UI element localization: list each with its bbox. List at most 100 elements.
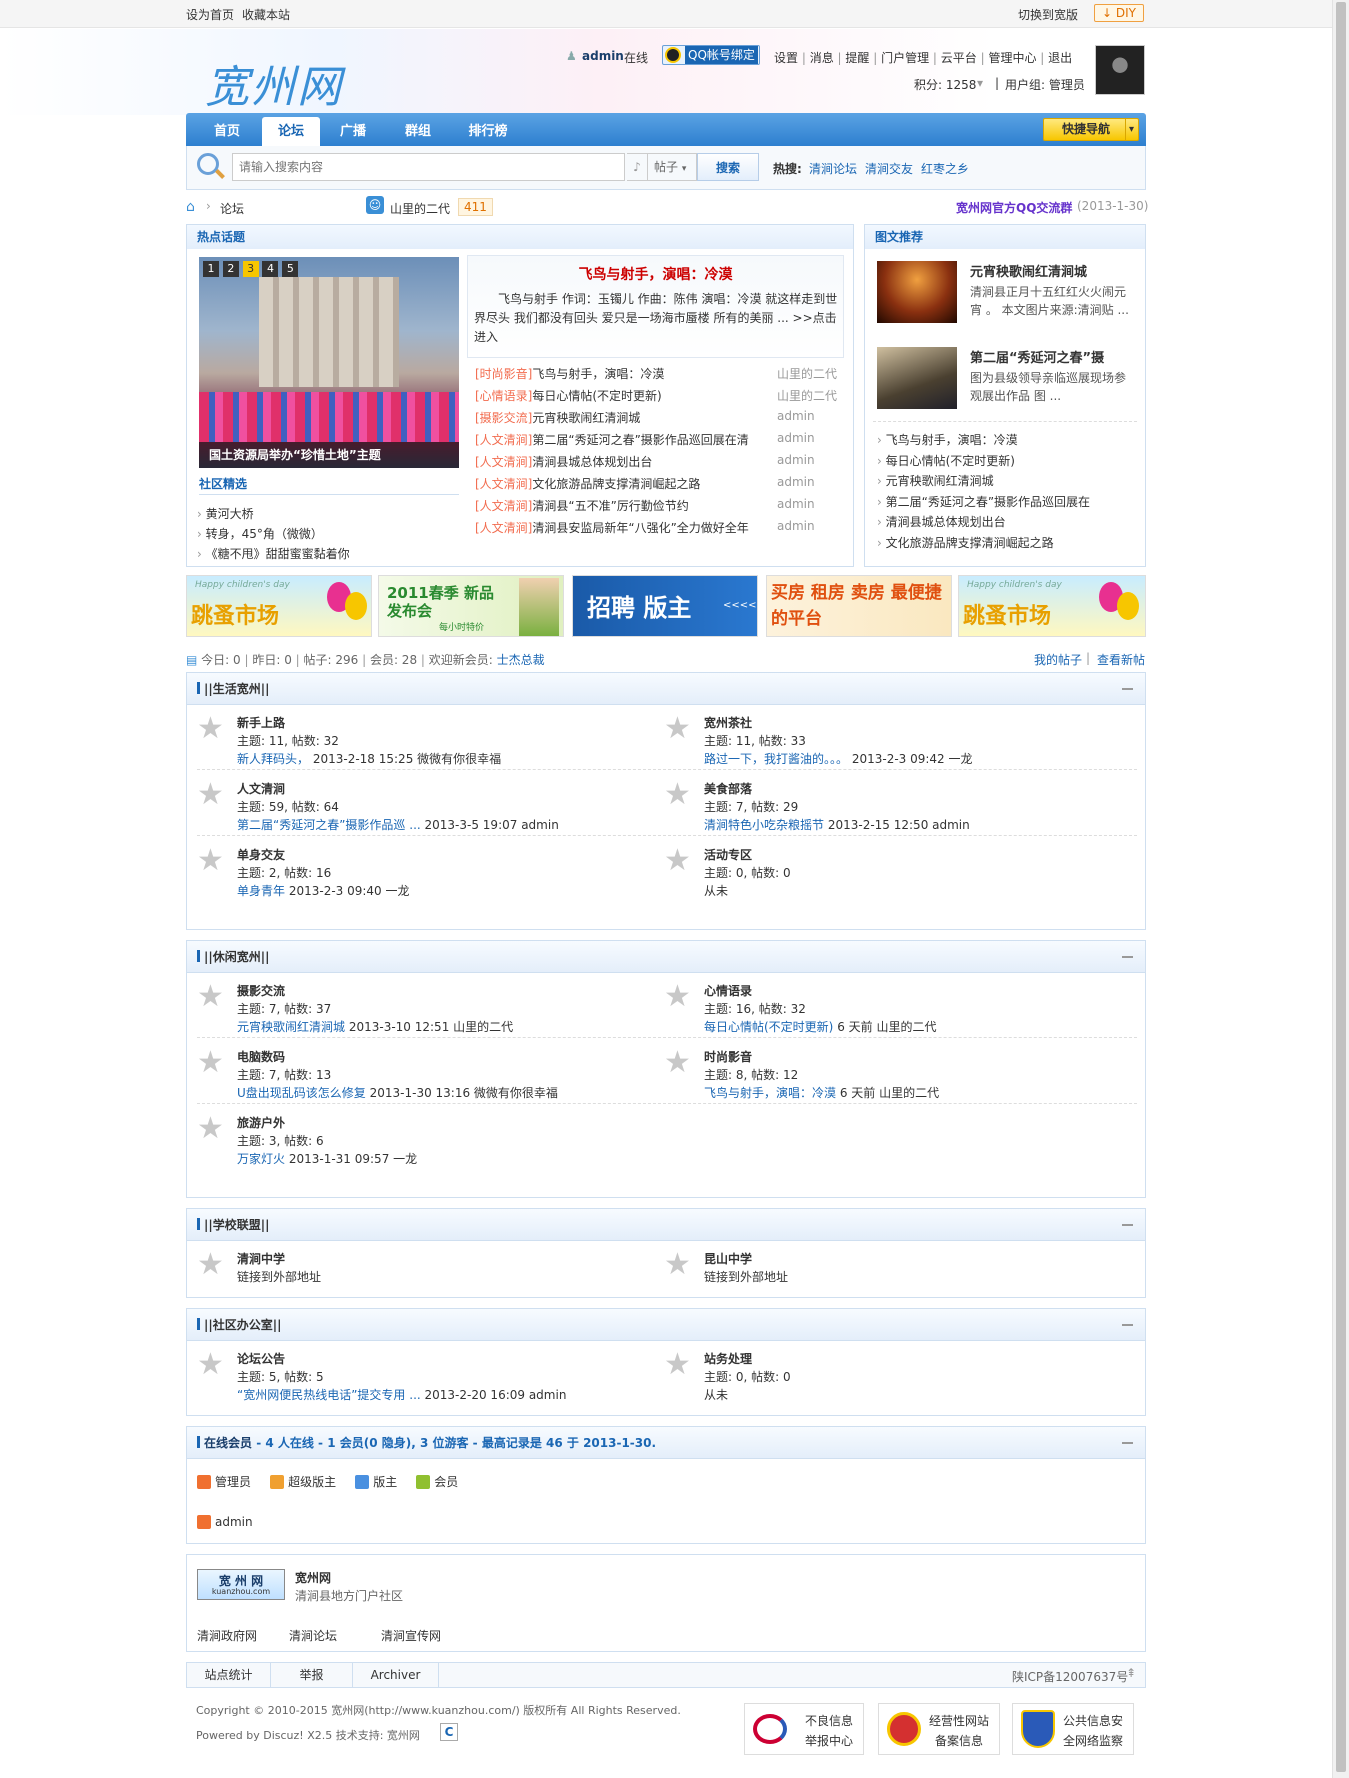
admin-center-link[interactable]: 管理中心 <box>988 51 1036 65</box>
pic-thumbnail[interactable] <box>877 347 957 409</box>
nav-groups[interactable]: 群组 <box>390 117 446 146</box>
points-dropdown-icon[interactable]: ▾ <box>977 76 983 90</box>
messages-link[interactable]: 消息 <box>810 51 834 65</box>
slide-5[interactable]: 5 <box>282 261 299 277</box>
site-link-logo[interactable]: 宽 州 网 kuanzhou.com <box>197 1569 285 1600</box>
hot-topic-row[interactable]: [人文清涧]文化旅游品牌支撑清涧崛起之路 admin <box>475 475 845 492</box>
forum-name[interactable]: 摄影交流 <box>237 982 285 999</box>
topic-author[interactable]: admin <box>777 475 815 489</box>
last-post-link[interactable]: U盘出现乱码该怎么修复 <box>237 1086 366 1100</box>
report-link[interactable]: 举报 <box>271 1663 353 1687</box>
collapse-icon[interactable] <box>1122 1324 1133 1326</box>
topic-category[interactable]: [人文清涧] <box>475 433 532 447</box>
topic-category[interactable]: [人文清涧] <box>475 521 532 535</box>
topic-title[interactable]: 文化旅游品牌支撑清涧崛起之路 <box>532 477 700 491</box>
diy-button[interactable]: ↓ DIY <box>1094 4 1144 22</box>
topic-title[interactable]: 飞鸟与射手，演唱：冷漠 <box>532 367 664 381</box>
last-post-link[interactable]: 万家灯火 <box>237 1152 285 1166</box>
banner-spring-launch[interactable]: 2011春季 新品发布会 每小时特价 <box>378 575 564 637</box>
banner-flea-market[interactable]: Happy children's day 跳蚤市场 <box>958 575 1146 637</box>
hot-topic-row[interactable]: [人文清涧]清涧县城总体规划出台 admin <box>475 453 845 470</box>
usergroup-link[interactable]: 用户组: 管理员 <box>1005 76 1085 93</box>
nav-forum[interactable]: 论坛 <box>262 117 320 146</box>
list-item[interactable]: › 《糖不甩》甜甜蜜蜜黏着你 <box>197 545 350 562</box>
nav-broadcast[interactable]: 广播 <box>326 117 380 146</box>
topic-title[interactable]: 每日心情帖(不定时更新) <box>532 389 661 403</box>
qq-bind-button[interactable]: QQ帐号绑定 <box>662 45 760 65</box>
slide-3[interactable]: 3 <box>242 261 259 277</box>
avatar[interactable] <box>1095 45 1145 95</box>
forum-name[interactable]: 站务处理 <box>704 1350 752 1367</box>
nav-home[interactable]: 首页 <box>200 117 254 146</box>
friend-link[interactable]: 清涧论坛 <box>289 1627 337 1644</box>
forum-name[interactable]: 清涧中学 <box>237 1250 285 1267</box>
external-link[interactable]: 链接到外部地址 <box>237 1268 321 1285</box>
topic-title[interactable]: 清涧县安监局新年“八强化”全力做好全年 <box>532 521 748 535</box>
search-button[interactable]: 搜索 <box>697 153 759 181</box>
last-post-link[interactable]: “宽州网便民热线电话”提交专用 ... <box>237 1388 421 1402</box>
collapse-icon[interactable] <box>1122 956 1133 958</box>
quick-nav-button[interactable]: 快捷导航 ▾ <box>1043 118 1139 141</box>
forum-name[interactable]: 美食部落 <box>704 780 752 797</box>
last-post-link[interactable]: 每日心情帖(不定时更新) <box>704 1020 833 1034</box>
topic-author[interactable]: admin <box>777 431 815 445</box>
hot-topic-row[interactable]: [人文清涧]清涧县安监局新年“八强化”全力做好全年 admin <box>475 519 845 536</box>
topic-category[interactable]: [摄影交流] <box>475 411 532 425</box>
business-record-badge[interactable]: 经营性网站 备案信息 <box>878 1703 1000 1755</box>
new-posts-link[interactable]: 查看新帖 <box>1097 651 1145 668</box>
online-user[interactable]: admin <box>197 1515 253 1529</box>
collapse-icon[interactable] <box>1122 1224 1133 1226</box>
topic-category[interactable]: [时尚影音] <box>475 367 532 381</box>
topic-author[interactable]: admin <box>777 409 815 423</box>
banner-flea-market[interactable]: Happy children's day 跳蚤市场 <box>186 575 372 637</box>
reminders-link[interactable]: 提醒 <box>845 51 869 65</box>
site-link-name[interactable]: 宽州网 <box>295 1569 331 1586</box>
forum-name[interactable]: 心情语录 <box>704 982 752 999</box>
slide-1[interactable]: 1 <box>203 261 219 277</box>
slide-caption[interactable]: 国土资源局举办“珍惜土地”主题 <box>199 442 459 468</box>
points-link[interactable]: 积分: 1258 <box>914 76 976 93</box>
microphone-icon[interactable]: ♪ <box>627 153 647 181</box>
pic-title[interactable]: 元宵秧歌闹红清涧城 <box>970 261 1087 280</box>
topic-title[interactable]: 第二届“秀延河之春”摄影作品巡回展在清 <box>532 433 748 447</box>
forum-name[interactable]: 旅游户外 <box>237 1114 285 1131</box>
search-type-select[interactable]: 帖子 ▾ <box>647 153 697 181</box>
hot-topic-row[interactable]: [心情语录]每日心情帖(不定时更新) 山里的二代 <box>475 387 845 404</box>
featured-title[interactable]: 飞鸟与射手，演唱：冷漠 <box>468 264 843 284</box>
back-to-top-icon[interactable]: ⇞ <box>1126 1666 1136 1680</box>
forum-name[interactable]: 单身交友 <box>237 846 285 863</box>
hot-search-link[interactable]: 清涧论坛 <box>809 160 857 177</box>
topic-category[interactable]: [人文清涧] <box>475 477 532 491</box>
pic-thumbnail[interactable] <box>877 261 957 323</box>
scrollbar[interactable] <box>1332 0 1349 1778</box>
portal-admin-link[interactable]: 门户管理 <box>881 51 929 65</box>
nav-rankings[interactable]: 排行榜 <box>454 117 522 146</box>
forum-name[interactable]: 时尚影音 <box>704 1048 752 1065</box>
forum-name[interactable]: 宽州茶社 <box>704 714 752 731</box>
list-item[interactable]: › 清涧县城总体规划出台 <box>877 513 1006 530</box>
topic-author[interactable]: admin <box>777 497 815 511</box>
section-title[interactable]: ||生活宽州|| <box>204 682 270 696</box>
breadcrumb-forum[interactable]: 论坛 <box>220 200 244 217</box>
forum-name[interactable]: 人文清涧 <box>237 780 285 797</box>
featured-text[interactable]: 飞鸟与射手 作词：玉镯儿 作曲：陈伟 演唱：冷漠 就这样走到世界尽头 我们都没有… <box>474 290 839 347</box>
list-item[interactable]: › 转身，45°角（微微） <box>197 525 323 542</box>
collapse-icon[interactable] <box>1122 1442 1133 1444</box>
last-post-link[interactable]: 第二届“秀延河之春”摄影作品巡 ... <box>237 818 421 832</box>
last-post-link[interactable]: 新人拜码头， <box>237 752 309 766</box>
hot-topic-row[interactable]: [人文清涧]第二届“秀延河之春”摄影作品巡回展在清 admin <box>475 431 845 448</box>
hot-topic-row[interactable]: [摄影交流]元宵秧歌闹红清涧城 admin <box>475 409 845 426</box>
breadcrumb-user[interactable]: 山里的二代 <box>390 200 450 217</box>
hot-topic-row[interactable]: [时尚影音]飞鸟与射手，演唱：冷漠 山里的二代 <box>475 365 845 382</box>
police-monitor-badge[interactable]: 公共信息安 全网络监察 <box>1012 1703 1134 1755</box>
topic-category[interactable]: [心情语录] <box>475 389 532 403</box>
bookmark-link[interactable]: 收藏本站 <box>242 6 290 23</box>
qq-group-link[interactable]: 宽州网官方QQ交流群 <box>956 199 1072 216</box>
list-item[interactable]: › 文化旅游品牌支撑清涧崛起之路 <box>877 534 1054 551</box>
topic-author[interactable]: 山里的二代 <box>777 365 837 382</box>
bad-info-report-badge[interactable]: 不良信息 举报中心 <box>744 1703 864 1755</box>
friend-link[interactable]: 清涧政府网 <box>197 1627 257 1644</box>
topic-title[interactable]: 元宵秧歌闹红清涧城 <box>532 411 640 425</box>
site-stats-link[interactable]: 站点统计 <box>187 1663 271 1687</box>
forum-name[interactable]: 电脑数码 <box>237 1048 285 1065</box>
